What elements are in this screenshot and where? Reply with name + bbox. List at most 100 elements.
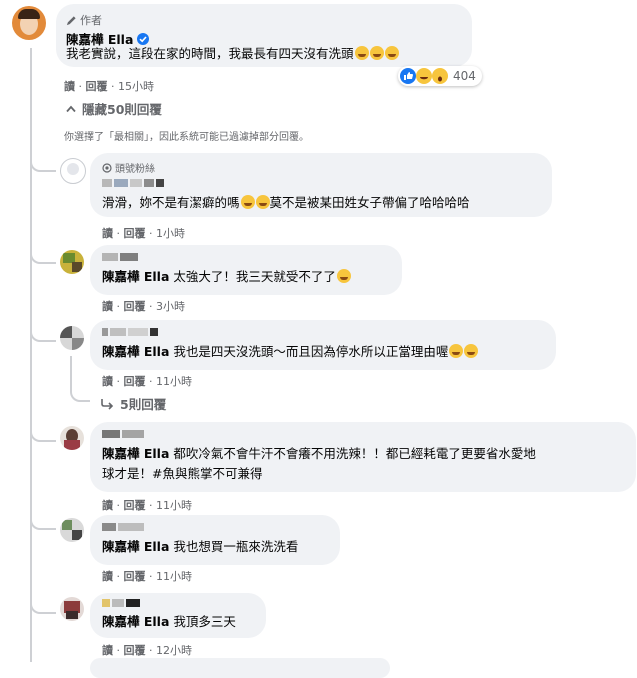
commenter-avatar[interactable] (60, 158, 86, 184)
read-link[interactable]: 讀 (102, 570, 113, 583)
reply-actions: 讀 · 回覆 · 1小時 (102, 227, 185, 240)
reply-body: 都吹冷氣不會牛汗不會癢不用洗辣！！都已經耗電了更要省水愛地 (169, 446, 536, 461)
avatar-blur (72, 338, 84, 350)
read-link[interactable]: 讀 (102, 644, 113, 657)
sub-thread-branch (70, 386, 90, 402)
reply-link[interactable]: 回覆 (124, 499, 146, 512)
avatar-blur (66, 611, 78, 619)
author-comment-actions: 讀 · 回覆 · 15小時 (64, 80, 154, 93)
commenter-avatar[interactable] (60, 518, 84, 542)
wink-emoji-icon (449, 344, 464, 358)
commenter-name-blurred[interactable] (102, 179, 164, 187)
blur-block (122, 430, 144, 438)
comment-time[interactable]: 15小時 (118, 80, 154, 93)
commenter-name-blurred[interactable] (102, 328, 158, 336)
reply-link[interactable]: 回覆 (124, 570, 146, 583)
comment-time[interactable]: 1小時 (156, 227, 185, 240)
grin-emoji-icon (336, 269, 351, 283)
read-link[interactable]: 讀 (102, 227, 113, 240)
commenter-name-blurred[interactable] (102, 253, 138, 261)
blur-block (114, 179, 128, 187)
reply-body: 太強大了！我三天就受不了了 (169, 269, 336, 284)
reply-bubble: 陳嘉樺 Ella 太強大了！我三天就受不了了 (90, 245, 402, 295)
blur-block (102, 179, 112, 187)
reply-bubble: 陳嘉樺 Ella 我頂多三天 (90, 593, 266, 638)
author-avatar[interactable] (12, 6, 46, 40)
blur-block (130, 179, 142, 187)
comment-time[interactable]: 11小時 (156, 570, 192, 583)
author-comment-bubble: 作者 陳嘉樺 Ella 我老實說，這段在家的時間，我最長有四天沒有洗頭 (56, 4, 472, 67)
commenter-name-blurred[interactable] (102, 523, 144, 531)
thread-branch (30, 150, 56, 172)
reaction-count: 404 (453, 69, 476, 83)
reply-bubble: 頭號粉絲 滑滑，妳不是有潔癖的嗎 莫不是被某田姓女子帶偏了哈哈哈哈 (90, 153, 552, 217)
reply-link[interactable]: 回覆 (86, 80, 108, 93)
mention-link[interactable]: 陳嘉樺 Ella (102, 614, 169, 629)
thread-line (30, 48, 32, 662)
blur-block (102, 253, 118, 261)
reply-text: 陳嘉樺 Ella 都吹冷氣不會牛汗不會癢不用洗辣！！都已經耗電了更要省水愛地 (102, 444, 536, 464)
read-link[interactable]: 讀 (102, 375, 113, 388)
next-reply-bubble-partial (90, 658, 390, 678)
haha-reaction-icon (416, 68, 432, 84)
view-sub-replies-button[interactable]: 5則回覆 (100, 394, 166, 413)
comment-time[interactable]: 11小時 (156, 375, 192, 388)
author-comment-text: 我老實說，這段在家的時間，我最長有四天沒有洗頭 (66, 44, 399, 64)
reply-link[interactable]: 回覆 (124, 644, 146, 657)
commenter-avatar[interactable] (60, 426, 84, 450)
reply-link[interactable]: 回覆 (124, 300, 146, 313)
blur-block (120, 253, 138, 261)
blur-block (110, 328, 126, 336)
avatar-blur (72, 530, 82, 540)
mention-link[interactable]: 陳嘉樺 Ella (102, 539, 169, 554)
wink-emoji-icon (464, 344, 479, 358)
comment-time[interactable]: 12小時 (156, 644, 192, 657)
thread-branch (30, 420, 56, 442)
sub-replies-label: 5則回覆 (120, 397, 167, 412)
reaction-summary[interactable]: 404 (398, 66, 482, 86)
commenter-avatar[interactable] (60, 597, 84, 621)
thread-branch (30, 508, 56, 530)
avatar-blur (64, 440, 80, 450)
read-link[interactable]: 讀 (64, 80, 75, 93)
reply-text: 陳嘉樺 Ella 我頂多三天 (102, 612, 236, 632)
mention-link[interactable]: 陳嘉樺 Ella (102, 269, 169, 284)
grin-emoji-icon (354, 46, 369, 60)
commenter-name-blurred[interactable] (102, 430, 144, 438)
avatar-placeholder (67, 163, 79, 175)
reply-actions: 讀 · 回覆 · 11小時 (102, 570, 192, 583)
hide-replies-button[interactable]: 隱藏50則回覆 (66, 99, 162, 118)
fan-badge-label: 頭號粉絲 (115, 164, 155, 175)
read-link[interactable]: 讀 (102, 499, 113, 512)
avatar-blur (72, 262, 82, 272)
mention-link[interactable]: 陳嘉樺 Ella (102, 446, 169, 461)
hide-replies-label: 隱藏50則回覆 (82, 102, 162, 117)
reply-body-tail: 莫不是被某田姓女子帶偏了哈哈哈哈 (269, 195, 470, 210)
reply-text-line2: 球才是！#魚與熊掌不可兼得 (102, 466, 263, 481)
grin-emoji-icon (384, 46, 399, 60)
reply-link[interactable]: 回覆 (124, 375, 146, 388)
commenter-avatar[interactable] (60, 250, 84, 274)
blur-block (102, 328, 108, 336)
commenter-avatar[interactable] (60, 326, 84, 350)
mention-link[interactable]: 陳嘉樺 Ella (102, 344, 169, 359)
wow-reaction-icon (432, 68, 448, 84)
reply-text: 滑滑，妳不是有潔癖的嗎 莫不是被某田姓女子帶偏了哈哈哈哈 (102, 193, 470, 213)
reply-link[interactable]: 回覆 (124, 227, 146, 240)
blur-block (128, 328, 148, 336)
filter-notice: 你選擇了「最相關」，因此系統可能已過濾掉部分回覆。 (64, 132, 309, 143)
comment-time[interactable]: 3小時 (156, 300, 185, 313)
blur-block (102, 430, 120, 438)
fan-badge-icon (102, 162, 112, 173)
reply-actions: 讀 · 回覆 · 11小時 (102, 499, 192, 512)
reply-text: 陳嘉樺 Ella 我也想買一瓶來洗洗看 (102, 537, 298, 557)
reply-actions: 讀 · 回覆 · 12小時 (102, 644, 192, 657)
reply-body: 我也想買一瓶來洗洗看 (169, 539, 299, 554)
blur-block (126, 599, 140, 607)
reply-actions: 讀 · 回覆 · 3小時 (102, 300, 185, 313)
comment-time[interactable]: 11小時 (156, 499, 192, 512)
read-link[interactable]: 讀 (102, 300, 113, 313)
commenter-name-blurred[interactable] (102, 599, 140, 607)
reply-arrow-icon (101, 398, 114, 410)
fan-badge: 頭號粉絲 (102, 160, 155, 175)
